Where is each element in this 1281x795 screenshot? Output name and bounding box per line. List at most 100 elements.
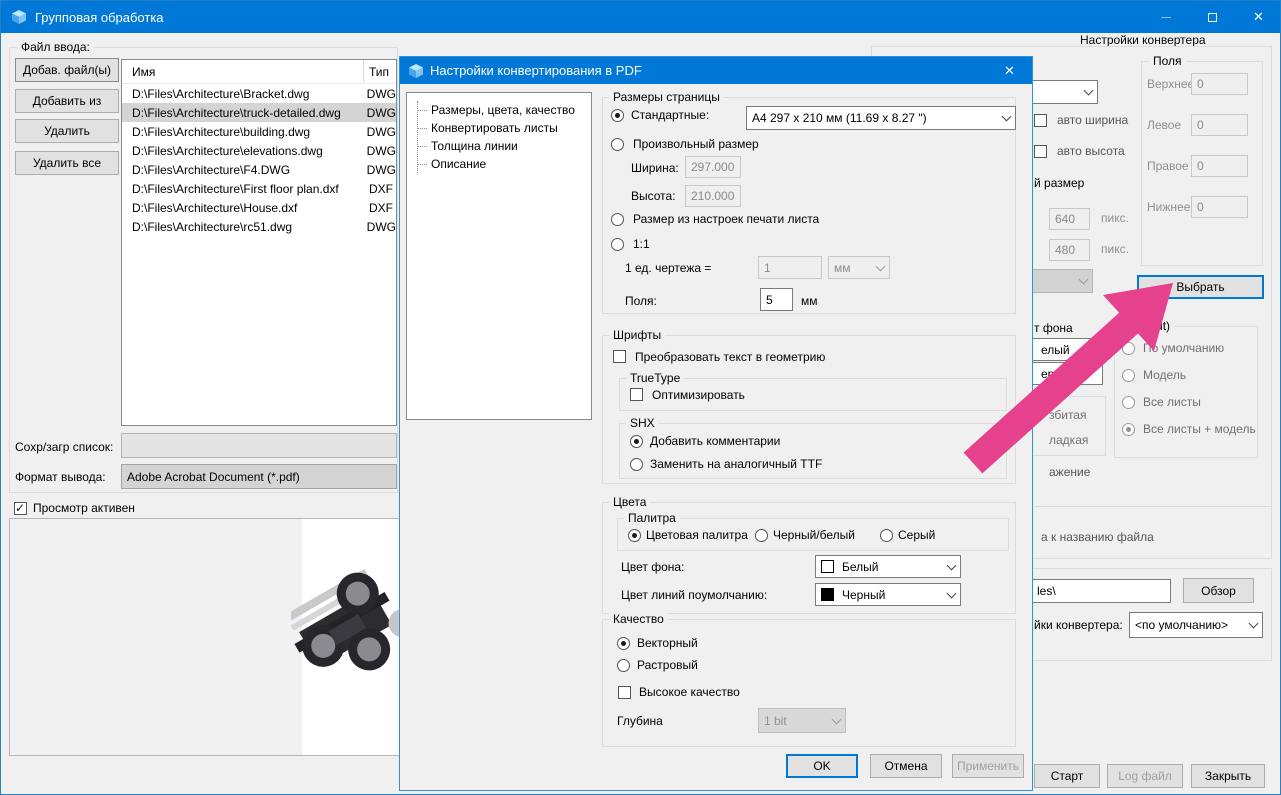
optimize-checkbox[interactable] (630, 388, 643, 401)
px-unit-label: пикс. (1101, 211, 1129, 225)
standard-size-label: Стандартные: (631, 108, 709, 122)
add-files-button[interactable]: Добав. файл(ы) (15, 58, 119, 82)
add-comments-radio[interactable] (630, 435, 643, 448)
table-row[interactable]: D:\Files\Architecture\House.dxfDXF (122, 198, 396, 217)
file-list-header[interactable]: Имя Тип (122, 60, 396, 84)
dialog-margin-label: Поля: (625, 294, 657, 308)
add-from-button[interactable]: Добавить из (15, 89, 119, 113)
divider (1034, 506, 1272, 507)
margin-input: 0 (1191, 114, 1248, 136)
from-print-settings-radio[interactable] (611, 213, 624, 226)
paper-format-select[interactable]: A4 297 x 210 мм (11.69 x 8.27 ") (746, 106, 1016, 130)
replace-ttf-radio[interactable] (630, 458, 643, 471)
minimize-button[interactable] (1143, 1, 1189, 33)
margin-label: Левое (1147, 118, 1191, 132)
table-row[interactable]: D:\Files\Architecture\rc51.dwgDWG (122, 217, 396, 236)
file-input-group-label: Файл ввода: (17, 40, 94, 54)
profile-value: <по умолчанию> (1135, 618, 1228, 632)
file-type-cell: DWG (362, 106, 396, 120)
remove-button[interactable]: Удалить (15, 119, 119, 143)
raster-radio[interactable] (617, 659, 630, 672)
start-button[interactable]: Старт (1034, 764, 1100, 788)
high-quality-checkbox[interactable] (618, 686, 631, 699)
tree-connector (418, 110, 427, 111)
auto-height-checkbox[interactable] (1034, 145, 1047, 158)
auto-width-checkbox[interactable] (1034, 114, 1047, 127)
title-bar[interactable]: Групповая обработка ✕ (1, 1, 1280, 33)
save-load-input[interactable] (121, 433, 397, 458)
color-palette-radio[interactable] (628, 529, 641, 542)
table-row[interactable]: D:\Files\Architecture\F4.DWGDWG (122, 160, 396, 179)
close-button[interactable]: ✕ (1235, 1, 1281, 33)
margin-label: Нижнее (1147, 200, 1191, 214)
window-title: Групповая обработка (35, 10, 164, 25)
preview-active-checkbox[interactable] (14, 502, 27, 515)
tree-connector (418, 146, 427, 147)
maximize-button[interactable] (1189, 1, 1235, 33)
output-format-select[interactable]: Adobe Acrobat Document (*.pdf) (121, 464, 397, 489)
tree-item[interactable]: Описание (418, 155, 591, 173)
table-row[interactable]: D:\Files\Architecture\Bracket.dwgDWG (122, 84, 396, 103)
drawing-unit-label: 1 ед. чертежа = (625, 261, 711, 275)
app-icon (11, 9, 27, 25)
bg-color-select[interactable]: Белый (815, 555, 961, 578)
dialog-margin-input[interactable]: 5 (760, 288, 793, 311)
margin-fields: Верхнее0Левое0Правое0Нижнее0 (1147, 73, 1248, 237)
margin-input: 0 (1191, 155, 1248, 177)
quality-group: Качество Векторный Растровый Высокое кач… (602, 619, 1016, 747)
custom-size-radio[interactable] (611, 138, 624, 151)
white-swatch (821, 560, 834, 573)
maximize-icon (1208, 13, 1217, 22)
file-list[interactable]: Имя Тип D:\Files\Architecture\Bracket.dw… (121, 59, 397, 426)
tree-item-label: Конвертировать листы (431, 121, 558, 135)
raster-label: Растровый (637, 658, 698, 672)
remove-all-button[interactable]: Удалить все (15, 151, 119, 175)
column-header-type[interactable]: Тип (364, 65, 389, 79)
px-unit-label: пикс. (1101, 242, 1129, 256)
ok-button[interactable]: OK (786, 754, 858, 778)
close-icon: ✕ (1253, 9, 1264, 25)
unit-measure-value: мм (834, 261, 851, 275)
vector-radio[interactable] (617, 637, 630, 650)
tree-item[interactable]: Размеры, цвета, качество (418, 101, 591, 119)
color-palette-label: Цветовая палитра (646, 528, 748, 542)
margin-field-row: Нижнее0 (1147, 196, 1248, 218)
tree-item[interactable]: Конвертировать листы (418, 119, 591, 137)
app-window: Групповая обработка ✕ Файл ввода: Добав.… (0, 0, 1281, 795)
browse-button[interactable]: Обзор (1183, 578, 1254, 603)
depth-value: 1 bit (764, 714, 787, 728)
one-to-one-radio[interactable] (611, 238, 624, 251)
close-app-button[interactable]: Закрыть (1191, 764, 1265, 788)
file-type-cell: DWG (362, 125, 396, 139)
profile-select[interactable]: <по умолчанию> (1129, 612, 1263, 638)
preview-drawing-truck (291, 556, 403, 706)
file-name-cell: D:\Files\Architecture\building.dwg (122, 125, 362, 139)
dialog-close-button[interactable]: ✕ (987, 57, 1032, 84)
gray-palette-radio[interactable] (880, 529, 893, 542)
depth-label: Глубина (617, 714, 663, 728)
tree-item-label: Описание (431, 157, 486, 171)
fonts-group: Шрифты Преобразовать текст в геометрию T… (602, 335, 1016, 484)
tree-item[interactable]: Толщина линии (418, 137, 591, 155)
convert-text-checkbox[interactable] (613, 350, 626, 363)
file-type-cell: DWG (362, 163, 396, 177)
margins-group-label: Поля (1149, 54, 1186, 68)
bw-palette-label: Черный/белый (773, 528, 855, 542)
column-header-name[interactable]: Имя (122, 60, 364, 83)
width-input: 297.000 (685, 156, 741, 178)
shx-group: SHX Добавить комментарии Заменить на ана… (619, 423, 1007, 479)
table-row[interactable]: D:\Files\Architecture\building.dwgDWG (122, 122, 396, 141)
dialog-tree-panel[interactable]: Размеры, цвета, качество Конвертировать л… (406, 92, 592, 420)
height-input: 210.000 (685, 185, 741, 207)
table-row[interactable]: D:\Files\Architecture\First floor plan.d… (122, 179, 396, 198)
table-row[interactable]: D:\Files\Architecture\truck-detailed.dwg… (122, 103, 396, 122)
standard-size-radio[interactable] (611, 109, 624, 122)
line-color-select[interactable]: Черный (815, 583, 961, 606)
dialog-title-bar[interactable]: Настройки конвертирования в PDF ✕ (400, 57, 1032, 84)
bw-palette-radio[interactable] (755, 529, 768, 542)
margin-input: 0 (1191, 73, 1248, 95)
file-name-cell: D:\Files\Architecture\House.dxf (122, 201, 364, 215)
cancel-button[interactable]: Отмена (870, 754, 942, 778)
file-type-cell: DXF (364, 182, 393, 196)
table-row[interactable]: D:\Files\Architecture\elevations.dwgDWG (122, 141, 396, 160)
